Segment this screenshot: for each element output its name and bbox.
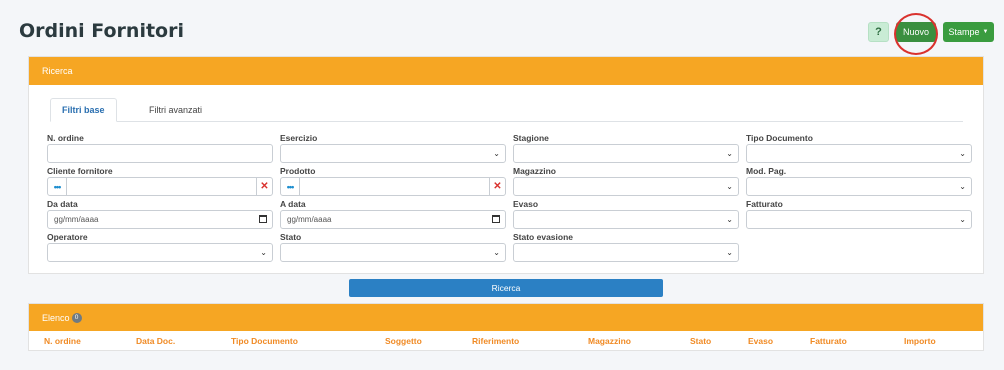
column-header-fatturato[interactable]: Fatturato [810, 336, 847, 346]
label-evaso: Evaso [513, 199, 539, 209]
magazzino-select[interactable]: ⌄ [513, 177, 739, 196]
operatore-select[interactable]: ⌄ [47, 243, 273, 262]
chevron-down-icon: ⌄ [493, 149, 500, 158]
search-card-header: Ricerca [29, 57, 983, 85]
a-data-input[interactable]: gg/mm/aaaa [280, 210, 506, 229]
search-card: Ricerca Filtri base Filtri avanzati N. o… [28, 56, 984, 274]
label-prodotto: Prodotto [280, 166, 316, 176]
da-data-input[interactable]: gg/mm/aaaa [47, 210, 273, 229]
nuovo-button[interactable]: Nuovo [896, 22, 936, 42]
count-badge: 0 [71, 312, 82, 323]
clear-icon[interactable]: ✕ [489, 178, 505, 195]
chevron-down-icon: ⌄ [726, 182, 733, 191]
calendar-icon[interactable] [492, 215, 500, 223]
label-fatturato: Fatturato [746, 199, 783, 209]
chevron-down-icon: ⌄ [726, 215, 733, 224]
stato-evasione-select[interactable]: ⌄ [513, 243, 739, 262]
clear-icon[interactable]: ✕ [256, 178, 272, 195]
page-title: Ordini Fornitori [19, 20, 184, 42]
lookup-dots-icon[interactable]: ••• [281, 178, 300, 195]
stagione-select[interactable]: ⌄ [513, 144, 739, 163]
tab-filtri-base[interactable]: Filtri base [50, 98, 117, 122]
n-ordine-input[interactable] [47, 144, 273, 163]
label-mod-pag: Mod. Pag. [746, 166, 787, 176]
mod-pag-select[interactable]: ⌄ [746, 177, 972, 196]
label-tipo-documento: Tipo Documento [746, 133, 813, 143]
chevron-down-icon: ⌄ [959, 149, 966, 158]
chevron-down-icon: ⌄ [959, 215, 966, 224]
chevron-down-icon: ⌄ [493, 248, 500, 257]
column-header-riferimento[interactable]: Riferimento [472, 336, 519, 346]
label-n-ordine: N. ordine [47, 133, 84, 143]
fatturato-select[interactable]: ⌄ [746, 210, 972, 229]
ricerca-button[interactable]: Ricerca [349, 279, 663, 297]
column-header-n-ordine[interactable]: N. ordine [44, 336, 81, 346]
label-a-data: A data [280, 199, 306, 209]
date-placeholder: gg/mm/aaaa [54, 215, 99, 224]
tipo-documento-select[interactable]: ⌄ [746, 144, 972, 163]
filter-tabs: Filtri base Filtri avanzati [50, 98, 963, 122]
label-da-data: Da data [47, 199, 78, 209]
cliente-fornitore-lookup[interactable]: ••• ✕ [47, 177, 273, 196]
prodotto-lookup[interactable]: ••• ✕ [280, 177, 506, 196]
stato-select[interactable]: ⌄ [280, 243, 506, 262]
label-esercizio: Esercizio [280, 133, 318, 143]
column-header-soggetto[interactable]: Soggetto [385, 336, 422, 346]
column-header-data-doc[interactable]: Data Doc. [136, 336, 175, 346]
evaso-select[interactable]: ⌄ [513, 210, 739, 229]
lookup-dots-icon[interactable]: ••• [48, 178, 67, 195]
stampe-button[interactable]: Stampe ▼ [943, 22, 994, 42]
label-operatore: Operatore [47, 232, 88, 242]
date-placeholder: gg/mm/aaaa [287, 215, 332, 224]
chevron-down-icon: ⌄ [959, 182, 966, 191]
caret-down-icon: ▼ [982, 29, 989, 35]
label-stagione: Stagione [513, 133, 549, 143]
label-stato-evasione: Stato evasione [513, 232, 573, 242]
chevron-down-icon: ⌄ [726, 248, 733, 257]
list-card-header: Elenco 0 [29, 304, 983, 331]
column-header-stato[interactable]: Stato [690, 336, 711, 346]
calendar-icon[interactable] [259, 215, 267, 223]
chevron-down-icon: ⌄ [726, 149, 733, 158]
help-button[interactable]: ? [868, 22, 889, 42]
list-card-title: Elenco [42, 312, 70, 323]
column-header-evaso[interactable]: Evaso [748, 336, 773, 346]
esercizio-select[interactable]: ⌄ [280, 144, 506, 163]
stampe-label: Stampe [948, 27, 980, 37]
column-header-tipo-documento[interactable]: Tipo Documento [231, 336, 298, 346]
label-cliente-fornitore: Cliente fornitore [47, 166, 113, 176]
chevron-down-icon: ⌄ [260, 248, 267, 257]
label-stato: Stato [280, 232, 302, 242]
tab-filtri-avanzati[interactable]: Filtri avanzati [138, 98, 213, 122]
column-header-importo[interactable]: Importo [904, 336, 936, 346]
column-header-magazzino[interactable]: Magazzino [588, 336, 631, 346]
label-magazzino: Magazzino [513, 166, 556, 176]
